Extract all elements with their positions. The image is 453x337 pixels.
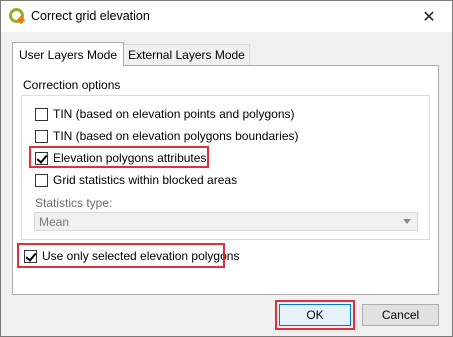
highlight-box xyxy=(275,300,355,330)
option-tin-polygon-boundaries[interactable]: TIN (based on elevation polygons boundar… xyxy=(35,128,298,144)
statistics-type-label: Statistics type: xyxy=(35,196,113,210)
correction-options-title: Correction options xyxy=(23,78,121,92)
title-bar: Correct grid elevation ✕ xyxy=(1,1,452,32)
checkbox[interactable] xyxy=(35,129,48,143)
statistics-type-select[interactable]: Mean xyxy=(34,212,418,231)
chevron-down-icon xyxy=(403,219,411,224)
tab-label: External Layers Mode xyxy=(128,48,245,62)
select-value: Mean xyxy=(39,215,70,229)
window-title: Correct grid elevation xyxy=(31,9,150,23)
highlight-box xyxy=(17,243,225,268)
checkbox-label: TIN (based on elevation polygons boundar… xyxy=(53,129,299,143)
button-label: Cancel xyxy=(381,308,420,322)
checkbox[interactable] xyxy=(35,173,48,187)
cancel-button[interactable]: Cancel xyxy=(362,304,439,326)
tab-label: User Layers Mode xyxy=(18,47,118,62)
qgis-logo-icon xyxy=(9,8,25,24)
checkbox[interactable] xyxy=(35,107,48,121)
checkbox-label: Grid statistics within blocked areas xyxy=(53,173,238,187)
close-icon: ✕ xyxy=(422,8,436,26)
close-button[interactable]: ✕ xyxy=(406,1,452,32)
tab-user-layers-mode[interactable]: User Layers Mode xyxy=(12,42,124,66)
highlight-box xyxy=(29,146,209,168)
option-grid-statistics[interactable]: Grid statistics within blocked areas xyxy=(35,172,237,188)
checkbox-label: TIN (based on elevation points and polyg… xyxy=(53,107,295,121)
option-tin-points-polygons[interactable]: TIN (based on elevation points and polyg… xyxy=(35,106,294,122)
tab-external-layers-mode[interactable]: External Layers Mode xyxy=(124,44,250,66)
